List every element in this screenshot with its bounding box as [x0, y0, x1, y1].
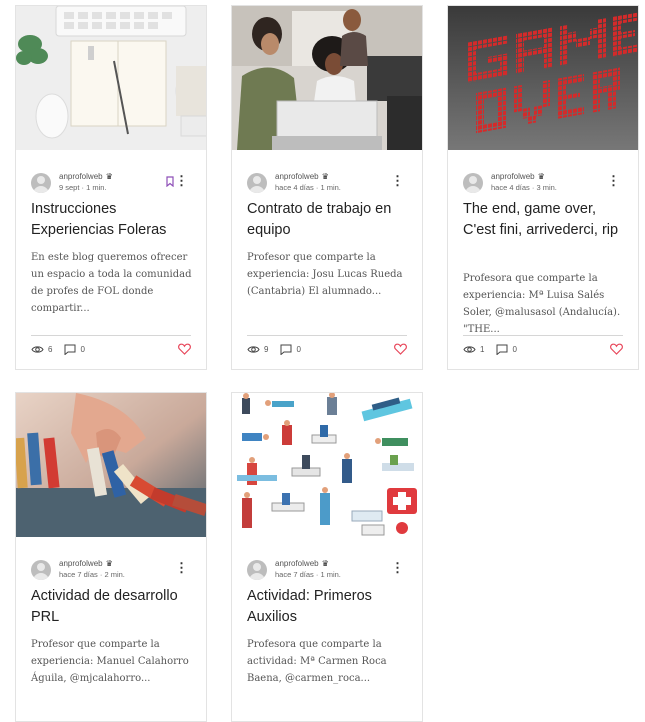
views-icon — [247, 346, 260, 353]
post-meta: anprofolweb ♛ hace 4 días · 3 min. — [463, 171, 557, 195]
post-title[interactable]: Contrato de trabajo en equipo — [247, 199, 412, 241]
read-time: 1 min. — [86, 183, 107, 192]
post-date: hace 4 días — [275, 183, 314, 192]
views-icon — [31, 346, 44, 353]
divider — [463, 335, 623, 336]
comment-icon[interactable] — [496, 344, 508, 355]
post-meta: anprofolweb ♛ hace 4 días · 1 min. — [247, 171, 341, 195]
views-icon — [463, 346, 476, 353]
avatar[interactable] — [31, 560, 51, 580]
post-card[interactable]: anprofolweb ♛ hace 4 días · 3 min. ⋮ The … — [447, 5, 639, 370]
post-excerpt[interactable]: Profesor que comparte la experiencia: Jo… — [247, 249, 415, 300]
crown-icon: ♛ — [537, 172, 545, 181]
more-options-icon[interactable]: ⋮ — [175, 561, 188, 574]
post-title[interactable]: Actividad: Primeros Auxilios — [247, 586, 412, 628]
post-image[interactable] — [232, 393, 422, 537]
post-meta: anprofolweb ♛ 9 sept · 1 min. — [31, 171, 113, 195]
heart-icon[interactable] — [610, 343, 623, 355]
bookmark-icon[interactable] — [166, 176, 174, 187]
avatar[interactable] — [247, 560, 267, 580]
read-time: 3 min. — [536, 183, 557, 192]
post-date: 9 sept — [59, 183, 80, 192]
read-time: 1 min. — [320, 183, 341, 192]
comment-icon[interactable] — [64, 344, 76, 355]
post-title[interactable]: Instrucciones Experiencias Foleras — [31, 199, 196, 241]
post-image[interactable] — [16, 6, 206, 150]
heart-icon[interactable] — [394, 343, 407, 355]
post-date: hace 7 días — [59, 570, 98, 579]
avatar[interactable] — [463, 173, 483, 193]
author-name[interactable]: anprofolweb — [491, 171, 535, 182]
post-stats: 6 0 — [31, 344, 85, 355]
post-image[interactable] — [16, 393, 206, 537]
crown-icon: ♛ — [105, 559, 113, 568]
post-title[interactable]: The end, game over, C'est fini, arrivede… — [463, 199, 628, 241]
post-excerpt[interactable]: Profesora que comparte la actividad: Mª … — [247, 636, 415, 687]
avatar[interactable] — [31, 173, 51, 193]
post-card[interactable]: anprofolweb ♛ hace 4 días · 1 min. ⋮ Cont… — [231, 5, 423, 370]
views-count: 9 — [264, 345, 269, 354]
more-options-icon[interactable]: ⋮ — [391, 561, 404, 574]
heart-icon[interactable] — [178, 343, 191, 355]
more-options-icon[interactable]: ⋮ — [607, 174, 620, 187]
divider — [31, 335, 191, 336]
post-date: hace 7 días — [275, 570, 314, 579]
more-options-icon[interactable]: ⋮ — [175, 174, 188, 187]
post-card[interactable]: anprofolweb ♛ hace 7 días · 2 min. ⋮ Acti… — [15, 392, 207, 722]
more-options-icon[interactable]: ⋮ — [391, 174, 404, 187]
comments-count: 0 — [296, 345, 301, 354]
post-title[interactable]: Actividad de desarrollo PRL — [31, 586, 196, 628]
comment-icon[interactable] — [280, 344, 292, 355]
post-stats: 1 0 — [463, 344, 517, 355]
comments-count: 0 — [80, 345, 85, 354]
avatar[interactable] — [247, 173, 267, 193]
crown-icon: ♛ — [321, 172, 329, 181]
post-card[interactable]: anprofolweb ♛ 9 sept · 1 min. ⋮ Instrucci… — [15, 5, 207, 370]
read-time: 1 min. — [320, 570, 341, 579]
post-meta: anprofolweb ♛ hace 7 días · 1 min. — [247, 558, 341, 582]
post-meta: anprofolweb ♛ hace 7 días · 2 min. — [31, 558, 125, 582]
crown-icon: ♛ — [321, 559, 329, 568]
post-excerpt[interactable]: En este blog queremos ofrecer un espacio… — [31, 249, 199, 317]
comments-count: 0 — [512, 345, 517, 354]
post-stats: 9 0 — [247, 344, 301, 355]
author-name[interactable]: anprofolweb — [275, 558, 319, 569]
post-card[interactable]: anprofolweb ♛ hace 7 días · 1 min. ⋮ Acti… — [231, 392, 423, 722]
author-name[interactable]: anprofolweb — [275, 171, 319, 182]
post-excerpt[interactable]: Profesor que comparte la experiencia: Ma… — [31, 636, 199, 687]
author-name[interactable]: anprofolweb — [59, 171, 103, 182]
views-count: 6 — [48, 345, 53, 354]
post-image[interactable] — [232, 6, 422, 150]
author-name[interactable]: anprofolweb — [59, 558, 103, 569]
views-count: 1 — [480, 345, 485, 354]
post-image[interactable] — [448, 6, 638, 150]
post-date: hace 4 días — [491, 183, 530, 192]
divider — [247, 335, 407, 336]
post-excerpt[interactable]: Profesora que comparte la experiencia: M… — [463, 270, 631, 338]
read-time: 2 min. — [104, 570, 125, 579]
crown-icon: ♛ — [105, 172, 113, 181]
